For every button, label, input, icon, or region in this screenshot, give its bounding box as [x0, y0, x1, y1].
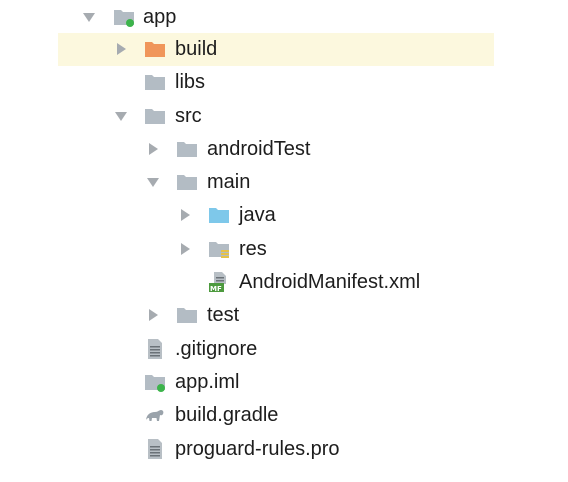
text-file-icon	[144, 338, 166, 360]
tree-node-label: app	[143, 6, 177, 28]
tree-node-build[interactable]: build	[58, 33, 494, 66]
gradle-file-icon	[144, 404, 166, 426]
excluded-folder-icon	[144, 38, 166, 60]
chevron-down-icon[interactable]	[146, 175, 160, 189]
tree-node-label: app.iml	[175, 371, 240, 393]
module-file-icon	[144, 371, 166, 393]
tree-node-gitignore[interactable]: .gitignore	[0, 333, 568, 366]
tree-node-label: proguard-rules.pro	[175, 438, 340, 460]
tree-node-manifest[interactable]: MF AndroidManifest.xml	[0, 266, 568, 299]
folder-icon	[176, 304, 198, 326]
chevron-right-icon[interactable]	[146, 308, 160, 322]
tree-node-res[interactable]: res	[0, 233, 568, 266]
tree-node-label: res	[239, 238, 267, 260]
chevron-right-icon[interactable]	[146, 142, 160, 156]
tree-node-label: AndroidManifest.xml	[239, 271, 421, 293]
resource-folder-icon	[208, 238, 230, 260]
chevron-right-icon[interactable]	[178, 208, 192, 222]
tree-node-main[interactable]: main	[0, 166, 568, 199]
tree-node-app[interactable]: app	[0, 1, 568, 34]
manifest-badge-text: MF	[210, 285, 222, 293]
tree-node-build-gradle[interactable]: build.gradle	[0, 399, 568, 432]
tree-node-label: libs	[175, 71, 206, 93]
tree-node-label: java	[239, 204, 276, 226]
tree-node-label: build	[175, 38, 218, 60]
chevron-right-icon[interactable]	[114, 42, 128, 56]
folder-icon	[144, 71, 166, 93]
text-file-icon	[144, 438, 166, 460]
tree-node-label: main	[207, 171, 251, 193]
manifest-file-icon: MF	[208, 271, 230, 293]
module-folder-icon	[113, 6, 135, 28]
source-folder-icon	[208, 204, 230, 226]
tree-node-java[interactable]: java	[0, 199, 568, 232]
chevron-down-icon[interactable]	[114, 109, 128, 123]
folder-icon	[176, 171, 198, 193]
tree-node-app-iml[interactable]: app.iml	[0, 366, 568, 399]
tree-node-label: build.gradle	[175, 404, 279, 426]
tree-node-androidtest[interactable]: androidTest	[0, 133, 568, 166]
folder-icon	[176, 138, 198, 160]
tree-node-test[interactable]: test	[0, 299, 568, 332]
folder-icon	[144, 105, 166, 127]
project-tree: app build libs src androidTest main java	[0, 0, 568, 482]
tree-node-proguard[interactable]: proguard-rules.pro	[0, 433, 568, 466]
tree-node-label: androidTest	[207, 138, 311, 160]
chevron-right-icon[interactable]	[178, 242, 192, 256]
tree-node-src[interactable]: src	[0, 100, 568, 133]
chevron-down-icon[interactable]	[82, 10, 96, 24]
tree-node-label: .gitignore	[175, 338, 258, 360]
tree-node-label: test	[207, 304, 240, 326]
tree-node-libs[interactable]: libs	[0, 66, 568, 99]
tree-node-label: src	[175, 105, 202, 127]
